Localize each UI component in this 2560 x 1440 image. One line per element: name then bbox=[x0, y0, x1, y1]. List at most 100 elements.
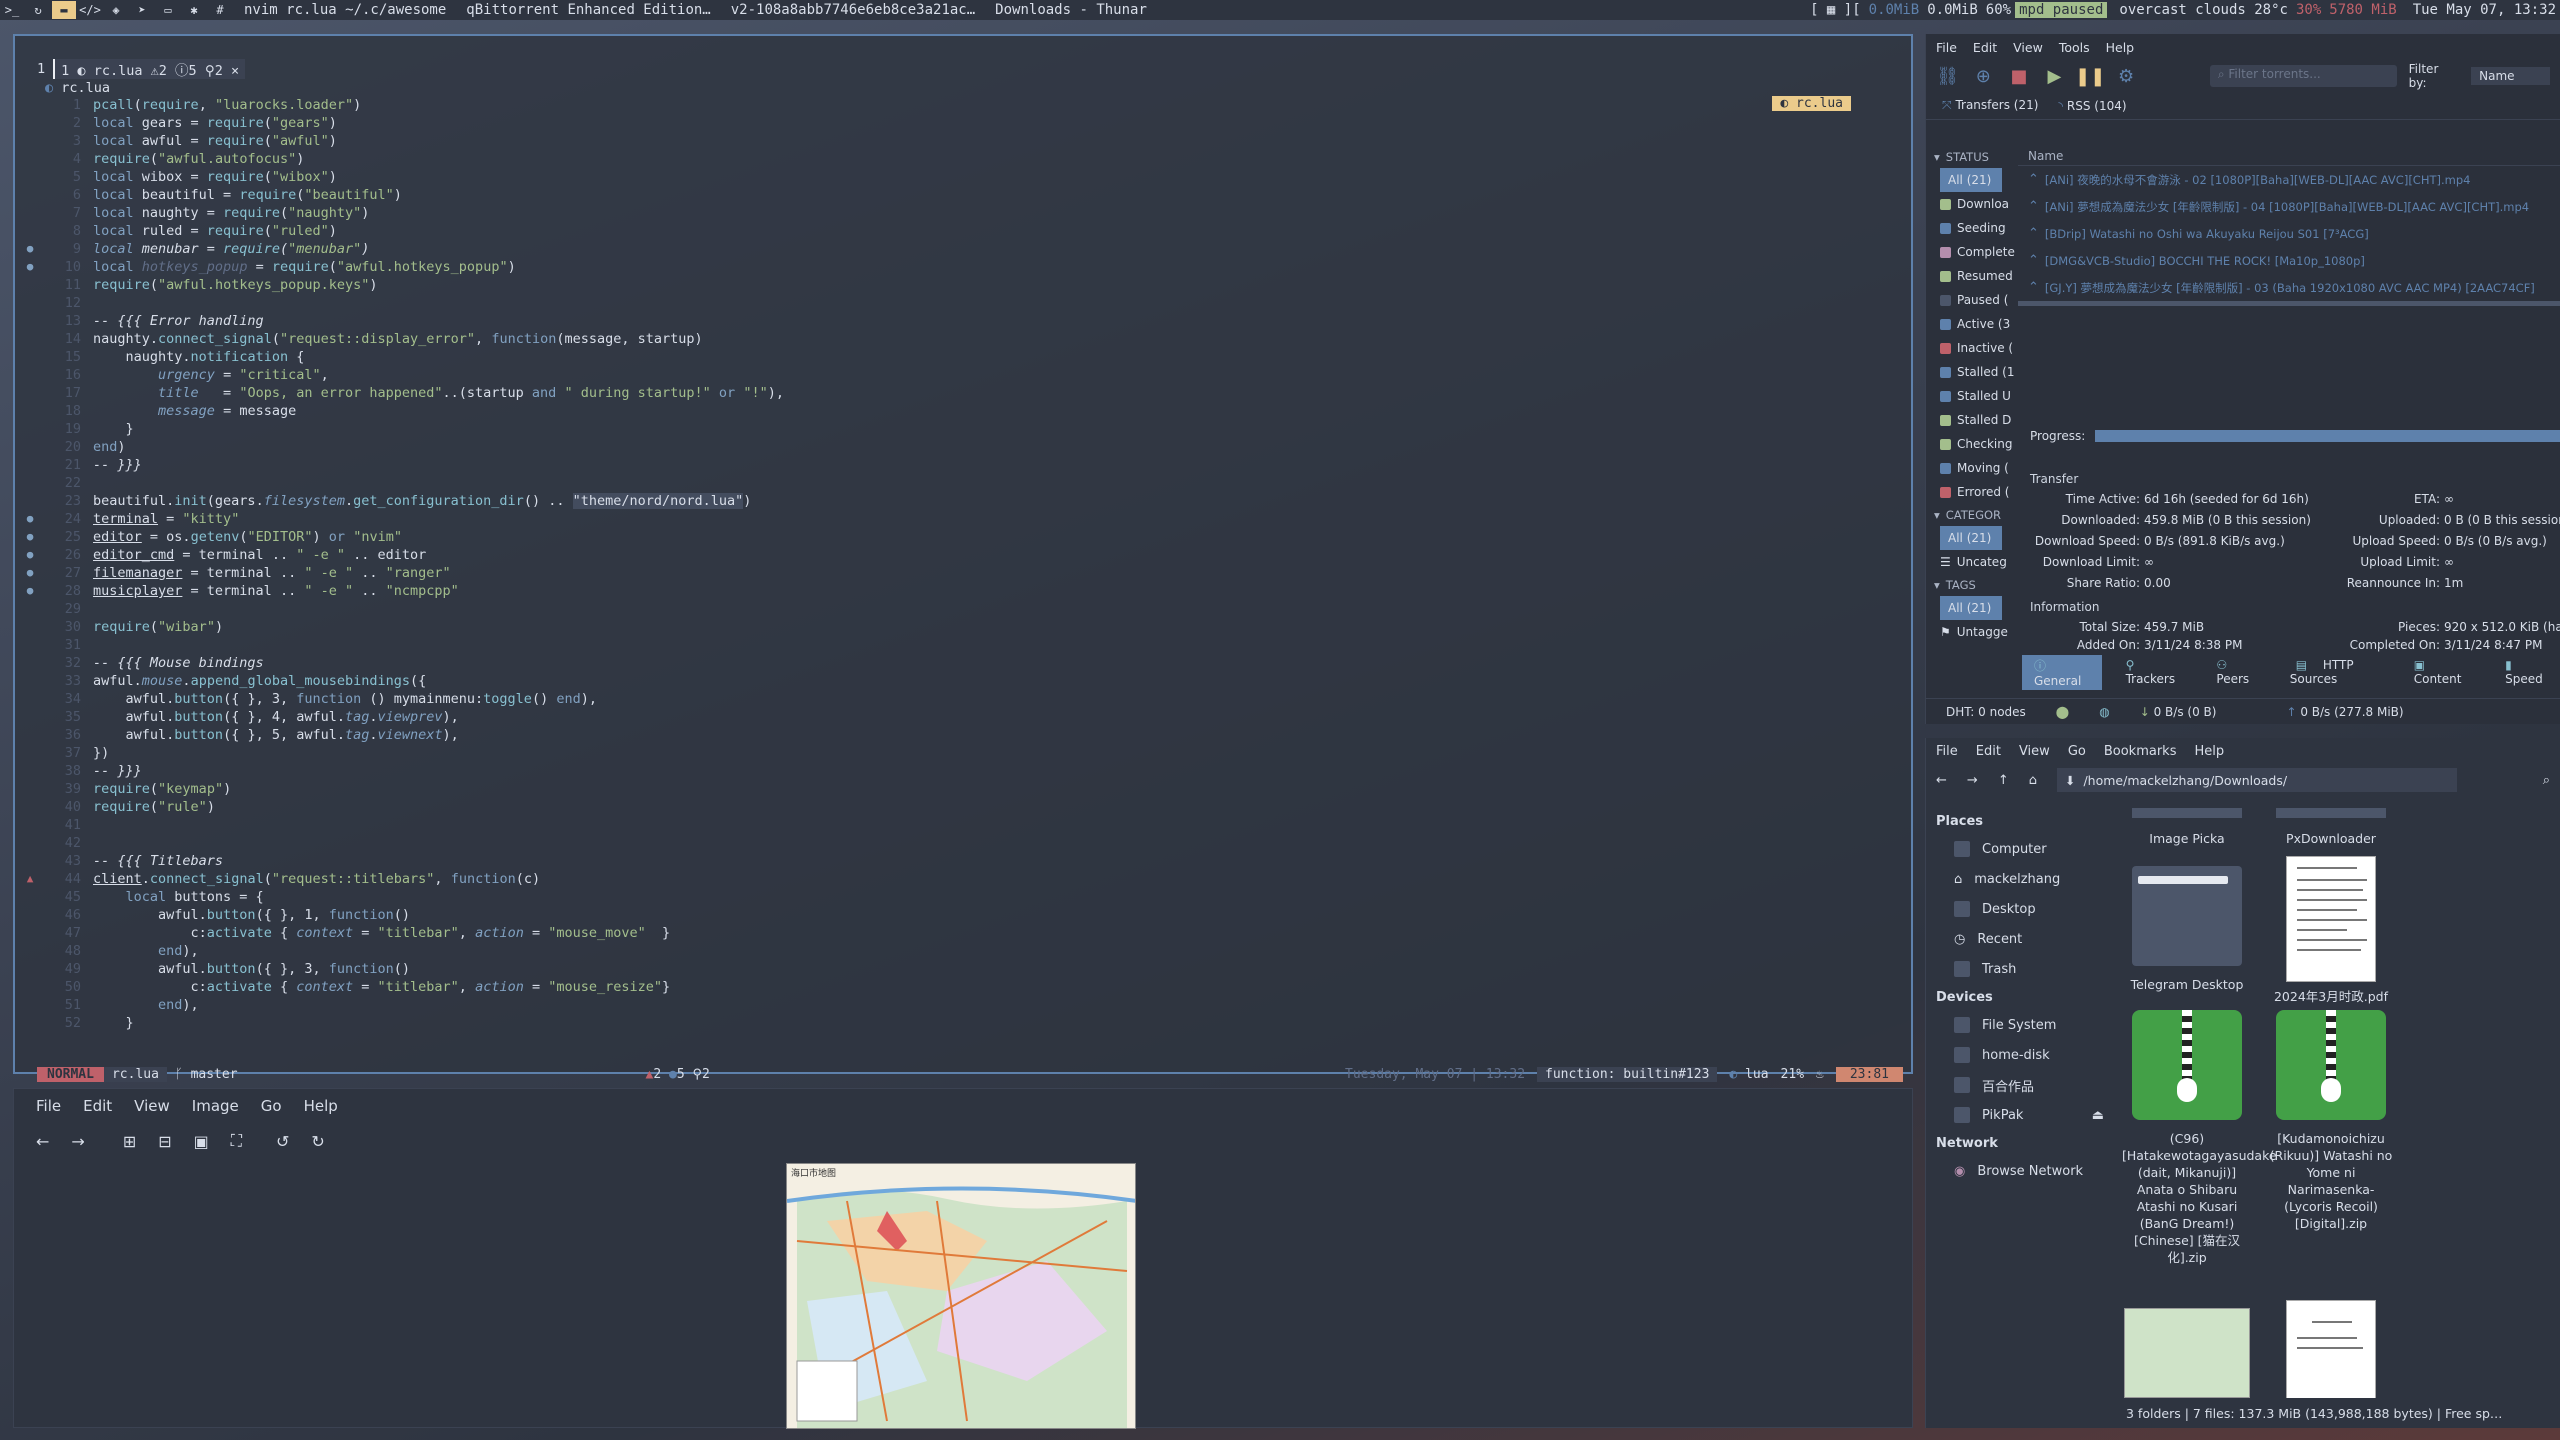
menu-edit[interactable]: Edit bbox=[1976, 744, 2001, 759]
back-icon[interactable]: ← bbox=[1936, 773, 1947, 788]
detail-tab[interactable]: ⚇ Peers bbox=[2204, 656, 2271, 688]
file-item-zip[interactable]: (C96) [Hatakewotagayasudake (dait, Mikan… bbox=[2122, 1010, 2277, 1266]
menu-edit[interactable]: Edit bbox=[83, 1097, 112, 1115]
menu-help[interactable]: Help bbox=[304, 1097, 338, 1115]
file-item[interactable]: Image Picka bbox=[2122, 808, 2252, 847]
column-name[interactable]: Name bbox=[2018, 146, 2560, 166]
code-area[interactable]: 1 pcall(require, "luarocks.loader") 2 loca… bbox=[15, 96, 1905, 1032]
task-qbittorrent[interactable]: qBittorrent Enhanced Edition… bbox=[456, 2, 720, 18]
volume[interactable]: 60% bbox=[1982, 2, 2015, 18]
menu-bookmarks[interactable]: Bookmarks bbox=[2104, 744, 2177, 759]
task-image[interactable]: v2-108a8abb7746e6eb8ce3a21ac… bbox=[721, 2, 985, 18]
up-icon[interactable]: ↑ bbox=[1998, 773, 2009, 788]
menu-file[interactable]: File bbox=[36, 1097, 61, 1115]
shield-icon[interactable]: ◈ bbox=[104, 1, 128, 19]
terminal-icon[interactable]: >_ bbox=[0, 1, 24, 19]
detail-tab[interactable]: ▤ HTTP Sources bbox=[2284, 656, 2390, 688]
status-filter-item[interactable]: Errored ( bbox=[1926, 480, 2018, 504]
code-icon[interactable]: </> bbox=[78, 1, 102, 19]
folder-icon[interactable]: ▬ bbox=[52, 1, 76, 19]
place-recent[interactable]: ◷ Recent bbox=[1926, 924, 2114, 954]
filter-by-select[interactable]: Name bbox=[2471, 67, 2550, 85]
nvim-window[interactable]: 1 1 ◐ rc.lua ⚠2 ⓘ5 ⚲2 × ◐ rc.lua ◐ rc.lu… bbox=[13, 34, 1913, 1082]
fullscreen-icon[interactable]: ⛶ bbox=[231, 1131, 242, 1151]
status-filter-item[interactable]: Stalled D bbox=[1926, 408, 2018, 432]
search-icon[interactable]: ⌕ bbox=[2543, 773, 2550, 788]
resume-icon[interactable]: ▶ bbox=[2043, 64, 2067, 88]
thunar-window[interactable]: File Edit View Go Bookmarks Help ← → ↑ ⌂… bbox=[1925, 738, 2560, 1428]
add-torrent-icon[interactable]: ⊕ bbox=[1972, 64, 1996, 88]
telegram-icon[interactable]: ➤ bbox=[130, 1, 154, 19]
detail-tab[interactable]: ⚲ Trackers bbox=[2114, 656, 2193, 688]
status-filter-item[interactable]: Checking bbox=[1926, 432, 2018, 456]
status-filter-item[interactable]: Resumed bbox=[1926, 264, 2018, 288]
add-link-icon[interactable]: ⛓ bbox=[1936, 64, 1960, 88]
place-computer[interactable]: Computer bbox=[1926, 834, 2114, 864]
category-all[interactable]: All (21) bbox=[1940, 526, 2002, 550]
menu-go[interactable]: Go bbox=[2068, 744, 2086, 759]
eject-icon[interactable]: ⏏ bbox=[2092, 1108, 2104, 1123]
image-viewer-window[interactable]: File Edit View Image Go Help ← → ⊞ ⊟ ▣ ⛶… bbox=[13, 1088, 1913, 1429]
zoom-in-icon[interactable]: ⊞ bbox=[123, 1132, 136, 1151]
status-filter-item[interactable]: Stalled U bbox=[1926, 384, 2018, 408]
category-uncategorized[interactable]: ☰ Uncateg bbox=[1926, 550, 2018, 574]
tab-rss[interactable]: ◝ RSS (104) bbox=[2058, 99, 2126, 113]
zoom-fit-icon[interactable]: ▣ bbox=[194, 1132, 209, 1151]
task-nvim[interactable]: nvim rc.lua ~/.c/awesome bbox=[234, 2, 456, 18]
place-desktop[interactable]: Desktop bbox=[1926, 894, 2114, 924]
bug-icon[interactable]: ✱ bbox=[182, 1, 206, 19]
status-filter-item[interactable]: Downloa bbox=[1926, 192, 2018, 216]
tags-header[interactable]: ▾ TAGS bbox=[1926, 574, 2018, 596]
torrent-list[interactable]: Name ⌃ [ANi] 夜晚的水母不會游泳 - 02 [1080P][Baha]… bbox=[2018, 146, 2560, 306]
network-browse[interactable]: ◉ Browse Network bbox=[1926, 1156, 2114, 1186]
hash-icon[interactable]: # bbox=[208, 1, 232, 19]
file-item-zip[interactable]: [Kudamonoichizu (Rikuu)] Watashi no Yome… bbox=[2266, 1010, 2396, 1232]
menu-help[interactable]: Help bbox=[2106, 40, 2135, 55]
pause-icon[interactable]: ❚❚ bbox=[2075, 64, 2105, 88]
detail-tab[interactable]: ⓘ General bbox=[2022, 654, 2102, 690]
tab-transfers[interactable]: ⤧ Transfers (21) bbox=[1942, 98, 2038, 113]
menu-image[interactable]: Image bbox=[192, 1097, 239, 1115]
status-filter-item[interactable]: Seeding bbox=[1926, 216, 2018, 240]
forward-icon[interactable]: → bbox=[71, 1132, 84, 1151]
menu-view[interactable]: View bbox=[134, 1097, 170, 1115]
device-home-disk[interactable]: home-disk bbox=[1926, 1040, 2114, 1070]
torrent-row[interactable]: ⌃ [GJ.Y] 夢想成為魔法少女 [年齡限制版] - 03 (Baha 1920… bbox=[2018, 274, 2560, 301]
device-yuri[interactable]: 百合作品 bbox=[1926, 1070, 2114, 1100]
torrent-row[interactable]: ⌃ [ANi] 夢想成為魔法少女 [年齡限制版] - 04 [1080P][Bah… bbox=[2018, 193, 2560, 220]
layout-icon[interactable]: [ ▦ ][ bbox=[1806, 2, 1865, 18]
torrent-row[interactable]: ⌃[GJ.Y] 夢想成為魔法少女 [年齡限制版] - 10 (Baha 1920… bbox=[2018, 301, 2560, 306]
task-thunar[interactable]: Downloads - Thunar bbox=[985, 2, 1157, 18]
status-header[interactable]: ▾ STATUS bbox=[1926, 146, 2018, 168]
rotate-right-icon[interactable]: ↻ bbox=[311, 1132, 324, 1151]
menu-view[interactable]: View bbox=[2019, 744, 2050, 759]
device-filesystem[interactable]: File System bbox=[1926, 1010, 2114, 1040]
status-filter-item[interactable]: All (21) bbox=[1940, 168, 2002, 192]
file-item-doc[interactable] bbox=[2266, 1300, 2396, 1398]
torrent-row[interactable]: ⌃ [BDrip] Watashi no Oshi wa Akuyaku Reij… bbox=[2018, 220, 2560, 247]
torrent-row[interactable]: ⌃ [ANi] 夜晚的水母不會游泳 - 02 [1080P][Baha][WEB-… bbox=[2018, 166, 2560, 193]
file-item-image[interactable] bbox=[2122, 1308, 2252, 1398]
menu-tools[interactable]: Tools bbox=[2059, 40, 2090, 55]
file-item-folder[interactable]: Telegram Desktop bbox=[2122, 866, 2252, 993]
menu-go[interactable]: Go bbox=[261, 1097, 282, 1115]
file-grid[interactable]: Image Picka PxDownloader Telegram Deskto… bbox=[2114, 808, 2560, 1398]
menu-file[interactable]: File bbox=[1936, 40, 1957, 55]
mpd-status[interactable]: mpd paused bbox=[2015, 2, 2108, 18]
detail-tab[interactable]: ▣ Content bbox=[2402, 656, 2481, 688]
tab-number[interactable]: 1 bbox=[37, 61, 45, 77]
menu-help[interactable]: Help bbox=[2194, 744, 2224, 759]
status-filter-item[interactable]: Moving ( bbox=[1926, 456, 2018, 480]
filter-input[interactable]: ⌕ Filter torrents... bbox=[2209, 65, 2397, 87]
location-bar[interactable]: ⬇ /home/mackelzhang/Downloads/ bbox=[2056, 768, 2457, 792]
torrent-row[interactable]: ⌃ [DMG&VCB-Studio] BOCCHI THE ROCK! [Ma10… bbox=[2018, 247, 2560, 274]
home-icon[interactable]: ⌂ bbox=[2029, 773, 2037, 788]
menu-file[interactable]: File bbox=[1936, 744, 1958, 759]
tag-all[interactable]: All (21) bbox=[1940, 596, 2002, 620]
clock[interactable]: Tue May 07, 13:32 bbox=[2409, 2, 2560, 18]
status-filter-item[interactable]: Paused ( bbox=[1926, 288, 2018, 312]
status-filter-item[interactable]: Active (3 bbox=[1926, 312, 2018, 336]
status-filter-item[interactable]: Complete bbox=[1926, 240, 2018, 264]
detail-tab[interactable]: ▮ Speed bbox=[2493, 656, 2560, 688]
rotate-left-icon[interactable]: ↺ bbox=[276, 1132, 289, 1151]
